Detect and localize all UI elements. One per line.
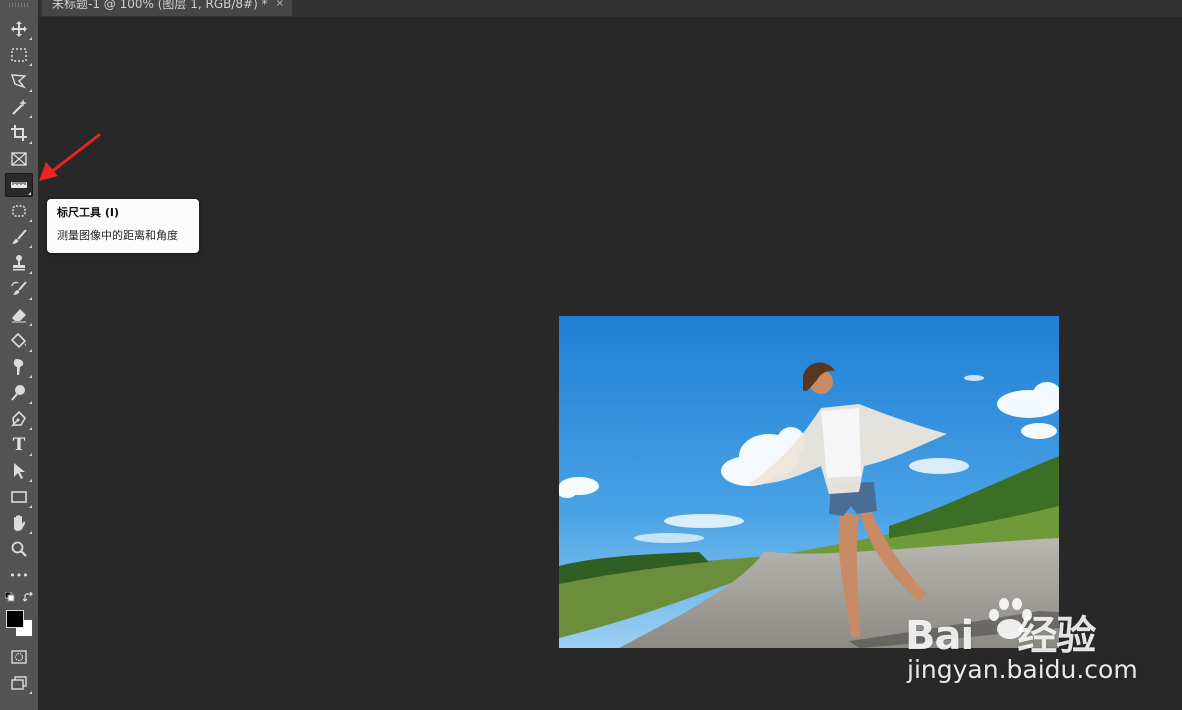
hand-icon — [14, 515, 26, 531]
ruler-icon — [11, 182, 27, 188]
clone-stamp-tool-button[interactable] — [5, 251, 33, 275]
move-icon — [11, 21, 27, 37]
history-brush-icon — [11, 281, 27, 295]
annotation-arrow-icon — [39, 133, 101, 181]
crop-tool-button[interactable] — [5, 121, 33, 145]
tools-panel: T ••• — [0, 0, 39, 710]
tooltip-title: 标尺工具 (I) — [57, 206, 119, 219]
eraser-icon — [12, 309, 26, 323]
patch-tool-button[interactable] — [5, 199, 33, 223]
magic-wand-tool-button[interactable] — [5, 95, 33, 119]
smudge-icon — [13, 359, 24, 375]
type-icon: T — [12, 435, 26, 455]
hand-tool-button[interactable] — [5, 511, 33, 535]
paint-bucket-tool-button[interactable] — [5, 329, 33, 353]
paw-logo-icon — [989, 598, 1032, 639]
screen-mode-button[interactable] — [5, 671, 33, 695]
move-tool-button[interactable] — [5, 17, 33, 41]
zoom-icon — [11, 541, 27, 557]
history-brush-tool-button[interactable] — [5, 277, 33, 301]
smudge-tool-button[interactable] — [5, 355, 33, 379]
frame-tool-button[interactable] — [5, 147, 33, 171]
quick-mask-icon — [11, 650, 27, 664]
color-swatches — [4, 592, 36, 640]
document-tab-title: 未标题-1 @ 100% (图层 1, RGB/8#) * — [52, 0, 268, 11]
close-tab-icon[interactable]: × — [276, 0, 284, 9]
brush-icon — [12, 229, 27, 244]
panel-grip[interactable] — [9, 3, 29, 7]
tool-tooltip: 标尺工具 (I) 测量图像中的距离和角度 — [47, 199, 199, 253]
rectangular-marquee-icon — [11, 48, 27, 62]
crop-icon — [11, 125, 27, 141]
rectangle-icon — [11, 491, 27, 503]
ruler-tool-button[interactable] — [5, 173, 33, 197]
tooltip-description: 测量图像中的距离和角度 — [57, 229, 178, 242]
dodge-icon — [11, 385, 25, 401]
foreground-color-swatch[interactable] — [6, 610, 24, 628]
default-colors-icon[interactable] — [5, 592, 15, 602]
document-tab[interactable]: 未标题-1 @ 100% (图层 1, RGB/8#) * × — [42, 0, 292, 16]
screen-mode-icon — [11, 676, 27, 690]
brush-tool-button[interactable] — [5, 225, 33, 249]
magic-wand-icon — [12, 99, 27, 115]
polygonal-lasso-icon — [11, 74, 27, 89]
document-tab-bar: 未标题-1 @ 100% (图层 1, RGB/8#) * × — [39, 0, 1182, 17]
paint-bucket-icon — [10, 332, 27, 349]
path-selection-tool-button[interactable] — [5, 459, 33, 483]
watermark-url: jingyan.baidu.com — [907, 655, 1138, 684]
dodge-tool-button[interactable] — [5, 381, 33, 405]
swap-colors-icon[interactable] — [23, 592, 34, 603]
frame-icon — [11, 152, 27, 166]
lasso-tool-button[interactable] — [5, 69, 33, 93]
more-tools-button[interactable]: ••• — [5, 563, 33, 587]
zoom-tool-button[interactable] — [5, 537, 33, 561]
quick-mask-button[interactable] — [5, 645, 33, 669]
pen-tool-button[interactable] — [5, 407, 33, 431]
rectangle-tool-button[interactable] — [5, 485, 33, 509]
watermark-logo-bai: Bai — [905, 613, 974, 659]
path-selection-arrow-icon — [14, 463, 25, 479]
more-icon: ••• — [9, 568, 29, 582]
marquee-tool-button[interactable] — [5, 43, 33, 67]
pen-icon — [11, 410, 26, 427]
stamp-icon — [13, 255, 25, 271]
eraser-tool-button[interactable] — [5, 303, 33, 327]
patch-icon — [12, 205, 26, 217]
baidu-jingyan-watermark: Bai 经验 jingyan.baidu.com — [905, 585, 1138, 690]
type-tool-button[interactable]: T — [5, 433, 33, 457]
